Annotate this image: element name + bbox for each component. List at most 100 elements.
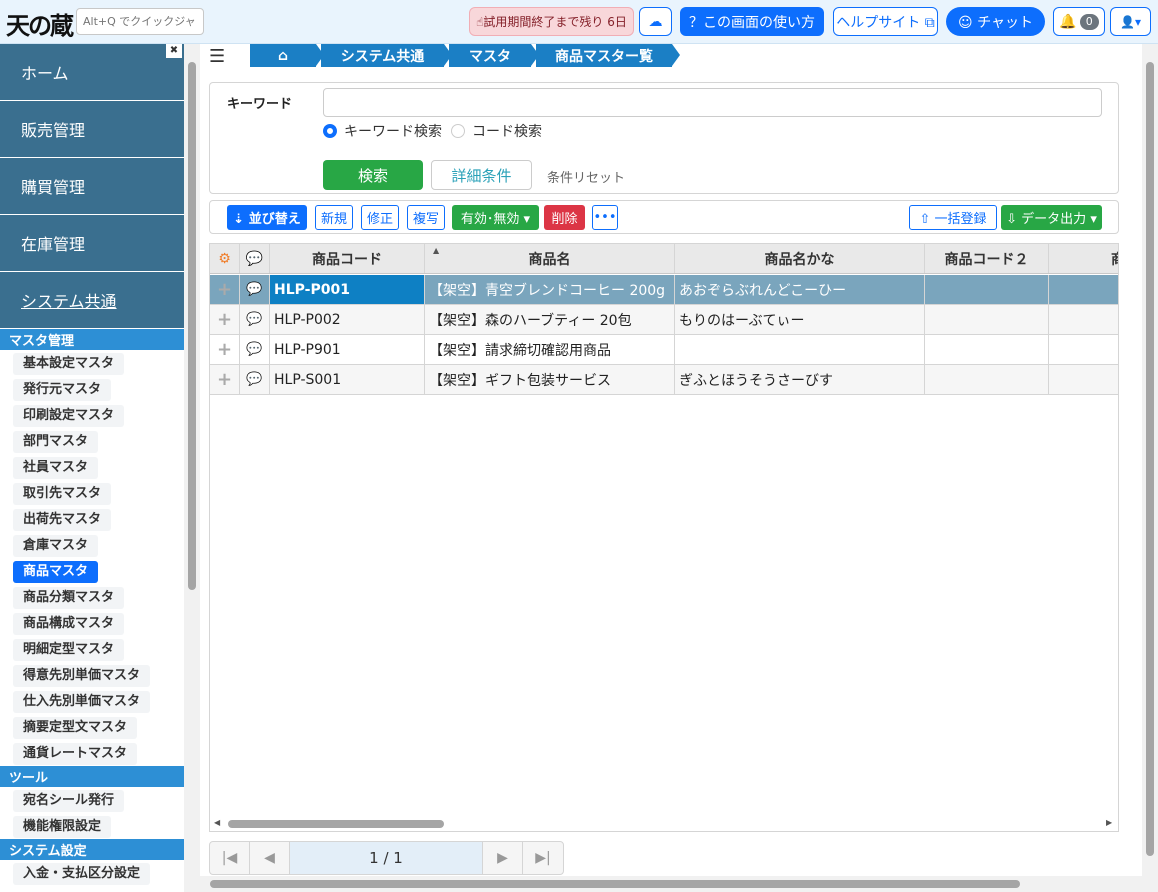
sort-button[interactable]: ⇣ 並び替え	[227, 205, 307, 230]
hamburger-icon[interactable]: ☰	[209, 46, 225, 67]
row-comment-icon[interactable]: 💬	[240, 275, 270, 304]
how-to-use-button[interactable]: ？この画面の使い方	[680, 7, 824, 36]
col-header-name[interactable]: 商品名	[425, 244, 675, 273]
sidebar-item[interactable]: 取引先マスタ	[0, 480, 184, 506]
grid-hscroll-thumb[interactable]	[228, 820, 444, 828]
col-header-next[interactable]: 商	[1049, 244, 1118, 273]
row-add-icon[interactable]: +	[210, 365, 240, 394]
keyword-input[interactable]	[323, 88, 1102, 117]
trial-remaining-badge[interactable]: ☝試用期間終了まで残り 6日	[469, 7, 634, 36]
cell-name[interactable]: 【架空】請求締切確認用商品	[425, 335, 675, 364]
row-add-icon[interactable]: +	[210, 335, 240, 364]
col-header-code[interactable]: 商品コード	[270, 244, 425, 273]
sidebar-scroll-thumb[interactable]	[188, 62, 196, 590]
cell-name[interactable]: 【架空】森のハーブティー 20包	[425, 305, 675, 334]
quick-jump-input[interactable]	[76, 8, 204, 35]
sidebar-item[interactable]: 出荷先マスタ	[0, 506, 184, 532]
sidebar-item[interactable]: 明細定型マスタ	[0, 636, 184, 662]
table-row[interactable]: + 💬 HLP-S001 【架空】ギフト包装サービス ぎふとほうそうさーびす	[210, 365, 1118, 395]
sidebar-item[interactable]: 発行元マスタ	[0, 376, 184, 402]
row-add-icon[interactable]: +	[210, 305, 240, 334]
cell-kana[interactable]: ぎふとほうそうさーびす	[675, 365, 925, 394]
cell-next[interactable]	[1049, 335, 1118, 364]
cell-name[interactable]: 【架空】青空ブレンドコーヒー 200g	[425, 275, 675, 304]
cell-next[interactable]	[1049, 275, 1118, 304]
gear-icon[interactable]: ⚙	[210, 244, 240, 273]
cell-code2[interactable]	[925, 305, 1049, 334]
sidebar-item[interactable]: 部門マスタ	[0, 428, 184, 454]
more-icon[interactable]: •••	[592, 205, 618, 230]
edit-button[interactable]: 修正	[361, 205, 399, 230]
nav-system-common[interactable]: システム共通	[0, 272, 184, 329]
sidebar-item[interactable]: 得意先別単価マスタ	[0, 662, 184, 688]
first-page-button[interactable]: |◀	[210, 842, 250, 874]
sidebar-item[interactable]: 社員マスタ	[0, 454, 184, 480]
chat-button[interactable]: ☺ チャット	[946, 7, 1045, 36]
data-export-dropdown[interactable]: ⇩ データ出力 ▾	[1001, 205, 1102, 230]
detail-conditions-button[interactable]: 詳細条件	[431, 160, 532, 190]
table-row[interactable]: + 💬 HLP-P001 【架空】青空ブレンドコーヒー 200g あおぞらぶれん…	[210, 275, 1118, 305]
sidebar-item[interactable]: 通貨レートマスタ	[0, 740, 184, 766]
cell-code2[interactable]	[925, 275, 1049, 304]
sidebar-item[interactable]: 入金・支払区分設定	[0, 860, 184, 886]
cell-kana[interactable]: あおぞらぶれんどこーひー	[675, 275, 925, 304]
scroll-left-icon[interactable]: ◀	[214, 818, 220, 827]
sidebar-item[interactable]: 印刷設定マスタ	[0, 402, 184, 428]
delete-button[interactable]: 削除	[544, 205, 585, 230]
download-icon[interactable]: ☁	[639, 7, 672, 36]
cell-next[interactable]	[1049, 365, 1118, 394]
nav-inventory[interactable]: 在庫管理	[0, 215, 184, 272]
user-menu-button[interactable]: 👤▾	[1110, 7, 1151, 36]
cell-code[interactable]: HLP-P901	[270, 335, 425, 364]
breadcrumb-home-icon[interactable]: ⌂	[250, 44, 324, 67]
nav-home[interactable]: ホーム	[0, 44, 184, 101]
sidebar-item[interactable]: 機能権限設定	[0, 813, 184, 839]
cell-code2[interactable]	[925, 365, 1049, 394]
sidebar-item[interactable]: 宛名シール発行	[0, 787, 184, 813]
page-vscroll-thumb[interactable]	[1146, 62, 1154, 856]
sidebar-item[interactable]: 商品構成マスタ	[0, 610, 184, 636]
row-comment-icon[interactable]: 💬	[240, 365, 270, 394]
nav-purchase[interactable]: 購買管理	[0, 158, 184, 215]
sidebar-item[interactable]: 倉庫マスタ	[0, 532, 184, 558]
copy-button[interactable]: 複写	[407, 205, 445, 230]
page-hscroll-thumb[interactable]	[210, 880, 1020, 888]
sidebar-item-product-master[interactable]: 商品マスタ	[0, 558, 184, 584]
cell-kana[interactable]	[675, 335, 925, 364]
sidebar-item[interactable]: 摘要定型文マスタ	[0, 714, 184, 740]
next-page-button[interactable]: ▶	[483, 842, 523, 874]
row-comment-icon[interactable]: 💬	[240, 305, 270, 334]
cell-code2[interactable]	[925, 335, 1049, 364]
col-header-code2[interactable]: 商品コード２	[925, 244, 1049, 273]
nav-sales[interactable]: 販売管理	[0, 101, 184, 158]
prev-page-button[interactable]: ◀	[250, 842, 290, 874]
valid-invalid-dropdown[interactable]: 有効･無効 ▾	[452, 205, 539, 230]
cell-name[interactable]: 【架空】ギフト包装サービス	[425, 365, 675, 394]
notification-button[interactable]: 🔔 0	[1053, 7, 1105, 36]
search-button[interactable]: 検索	[323, 160, 423, 190]
reset-conditions-link[interactable]: 条件リセット	[547, 167, 625, 186]
bulk-register-button[interactable]: ⇧ 一括登録	[909, 205, 997, 230]
row-comment-icon[interactable]: 💬	[240, 335, 270, 364]
scroll-right-icon[interactable]: ▶	[1106, 818, 1112, 827]
breadcrumb-system-common[interactable]: システム共通	[321, 44, 452, 67]
cell-code[interactable]: HLP-P001	[270, 275, 425, 304]
table-row[interactable]: + 💬 HLP-P901 【架空】請求締切確認用商品	[210, 335, 1118, 365]
radio-code-search[interactable]: コード検索	[451, 121, 542, 141]
new-button[interactable]: 新規	[315, 205, 353, 230]
cell-next[interactable]	[1049, 305, 1118, 334]
cell-code[interactable]: HLP-P002	[270, 305, 425, 334]
sidebar-item[interactable]: 仕入先別単価マスタ	[0, 688, 184, 714]
table-row[interactable]: + 💬 HLP-P002 【架空】森のハーブティー 20包 もりのはーぶてぃー	[210, 305, 1118, 335]
sidebar-item[interactable]: 基本設定マスタ	[0, 350, 184, 376]
col-header-kana[interactable]: 商品名かな	[675, 244, 925, 273]
help-site-button[interactable]: ヘルプサイト ⧉	[833, 7, 938, 36]
row-add-icon[interactable]: +	[210, 275, 240, 304]
breadcrumb-master[interactable]: マスタ	[449, 44, 539, 67]
last-page-button[interactable]: ▶|	[523, 842, 563, 874]
cell-code[interactable]: HLP-S001	[270, 365, 425, 394]
radio-keyword-search[interactable]: キーワード検索	[323, 121, 442, 141]
sidebar-item[interactable]: 商品分類マスタ	[0, 584, 184, 610]
app-logo[interactable]: 天の蔵	[6, 6, 74, 41]
pin-icon[interactable]: ✖	[166, 44, 182, 58]
